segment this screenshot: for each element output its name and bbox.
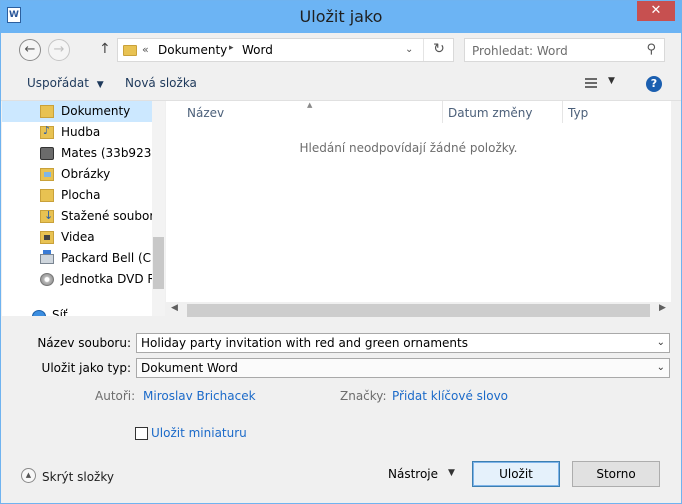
nav-item-downloads[interactable]: Stažené soubory [2, 206, 152, 227]
horizontal-scrollbar[interactable]: ◀ ▶ [166, 302, 671, 319]
filename-field[interactable]: Holiday party invitation with red and gr… [136, 333, 670, 353]
phone-device-icon [40, 147, 54, 160]
nav-item-pictures[interactable]: Obrázky [2, 164, 152, 185]
nav-item-label: Hudba [61, 125, 101, 139]
music-folder-icon [40, 124, 54, 139]
chevron-down-icon[interactable]: ⌄ [657, 337, 665, 348]
chevron-down-icon[interactable]: ⌄ [657, 362, 665, 373]
filetype-label: Uložit jako typ: [41, 361, 131, 375]
nav-item-label: Dokumenty [61, 104, 131, 118]
cancel-button[interactable]: Storno [572, 461, 660, 487]
chevron-down-icon: ▼ [96, 80, 104, 90]
close-button[interactable]: ✕ [637, 1, 675, 21]
filename-label: Název souboru: [37, 336, 131, 350]
nav-item-label: Jednotka DVD RV [61, 272, 152, 286]
nav-scrollbar-thumb[interactable] [153, 237, 164, 289]
videos-folder-icon [40, 231, 54, 244]
help-icon[interactable]: ? [646, 76, 662, 92]
breadcrumb-word[interactable]: Word [242, 43, 273, 57]
column-divider[interactable] [442, 101, 443, 123]
empty-results-message: Hledání neodpovídají žádné položky. [299, 141, 518, 155]
nav-item-local-disk[interactable]: Packard Bell (C:) [2, 248, 152, 269]
chevron-up-icon[interactable]: ▲ [21, 468, 36, 483]
desktop-folder-icon [40, 189, 54, 202]
breadcrumb-documents[interactable]: Dokumenty [158, 43, 227, 57]
nav-item-videos[interactable]: Videa [2, 227, 152, 248]
column-header-type[interactable]: Typ [568, 106, 588, 120]
column-header-date[interactable]: Datum změny [448, 106, 533, 120]
nav-item-label: Obrázky [61, 167, 111, 181]
organize-label: Uspořádat [27, 76, 89, 90]
filetype-value: Dokument Word [141, 361, 238, 375]
hide-folders-button[interactable]: Skrýt složky [42, 470, 114, 484]
command-bar: Uspořádat ▼ Nová složka ▼ ? [1, 67, 681, 101]
nav-item-network[interactable]: Síť [2, 307, 152, 316]
network-icon [32, 310, 46, 316]
new-folder-button[interactable]: Nová složka [125, 76, 197, 90]
refresh-icon[interactable]: ↻ [423, 39, 454, 61]
nav-item-label: Mates (33b9237f9 [61, 146, 152, 160]
folder-icon [123, 45, 137, 56]
nav-item-phone[interactable]: Mates (33b9237f9 [2, 143, 152, 164]
scroll-left-icon[interactable]: ◀ [171, 303, 178, 313]
navigation-pane: Dokumenty Hudba Mates (33b9237f9 Obrázky… [2, 101, 165, 316]
organize-button[interactable]: Uspořádat ▼ [27, 76, 104, 90]
nav-item-label: Stažené soubory [61, 209, 152, 223]
address-bar[interactable]: « Dokumenty ▸ Word ⌄ ↻ [117, 38, 454, 62]
view-options-icon[interactable] [585, 78, 597, 88]
downloads-folder-icon [40, 209, 54, 223]
column-header-name[interactable]: Název [187, 106, 224, 120]
scrollbar-thumb[interactable] [187, 304, 650, 317]
chevron-down-icon[interactable]: ▼ [448, 468, 455, 478]
nav-item-label: Plocha [61, 188, 101, 202]
chevron-down-icon[interactable]: ▼ [608, 76, 615, 86]
save-as-dialog: W Uložit jako ✕ ← → ↑ « Dokumenty ▸ Word… [0, 0, 682, 504]
scroll-right-icon[interactable]: ▶ [659, 303, 666, 313]
tags-value[interactable]: Přidat klíčové slovo [392, 389, 508, 403]
pictures-folder-icon [40, 168, 54, 181]
nav-item-label: Síť [52, 308, 68, 316]
column-divider[interactable] [562, 101, 563, 123]
search-box[interactable]: ⚲ [464, 38, 665, 63]
authors-value[interactable]: Miroslav Brichacek [143, 389, 256, 403]
dialog-title: Uložit jako [299, 7, 383, 26]
breadcrumb-overflow-icon[interactable]: « [142, 43, 149, 56]
nav-item-desktop[interactable]: Plocha [2, 185, 152, 206]
breadcrumb-separator-icon[interactable]: ▸ [229, 43, 234, 53]
dvd-drive-icon [40, 273, 54, 286]
forward-button[interactable]: → [48, 39, 70, 61]
filename-value: Holiday party invitation with red and gr… [141, 336, 468, 350]
up-arrow-icon[interactable]: ↑ [99, 41, 111, 57]
chevron-down-icon[interactable]: ⌄ [405, 44, 413, 55]
save-thumbnail-label[interactable]: Uložit miniaturu [151, 426, 247, 440]
file-list: ▲ Název Datum změny Typ Hledání neodpoví… [166, 101, 671, 316]
nav-item-documents[interactable]: Dokumenty [2, 101, 152, 122]
save-button[interactable]: Uložit [472, 461, 560, 487]
nav-item-dvd-drive[interactable]: Jednotka DVD RV [2, 269, 152, 290]
save-thumbnail-checkbox[interactable] [135, 427, 148, 440]
search-input[interactable] [465, 39, 644, 63]
nav-item-music[interactable]: Hudba [2, 122, 152, 143]
nav-item-label: Packard Bell (C:) [61, 251, 152, 265]
documents-folder-icon [40, 105, 54, 118]
tags-label: Značky: [340, 389, 387, 403]
filetype-select[interactable]: Dokument Word ⌄ [136, 358, 670, 378]
authors-label: Autoři: [95, 389, 136, 403]
title-bar: W Uložit jako ✕ [1, 1, 681, 33]
nav-item-label: Videa [61, 230, 95, 244]
local-disk-icon [40, 250, 54, 264]
tools-menu[interactable]: Nástroje [388, 467, 438, 481]
sort-ascending-icon: ▲ [307, 101, 313, 109]
search-icon[interactable]: ⚲ [646, 42, 656, 57]
back-button[interactable]: ← [19, 39, 41, 61]
